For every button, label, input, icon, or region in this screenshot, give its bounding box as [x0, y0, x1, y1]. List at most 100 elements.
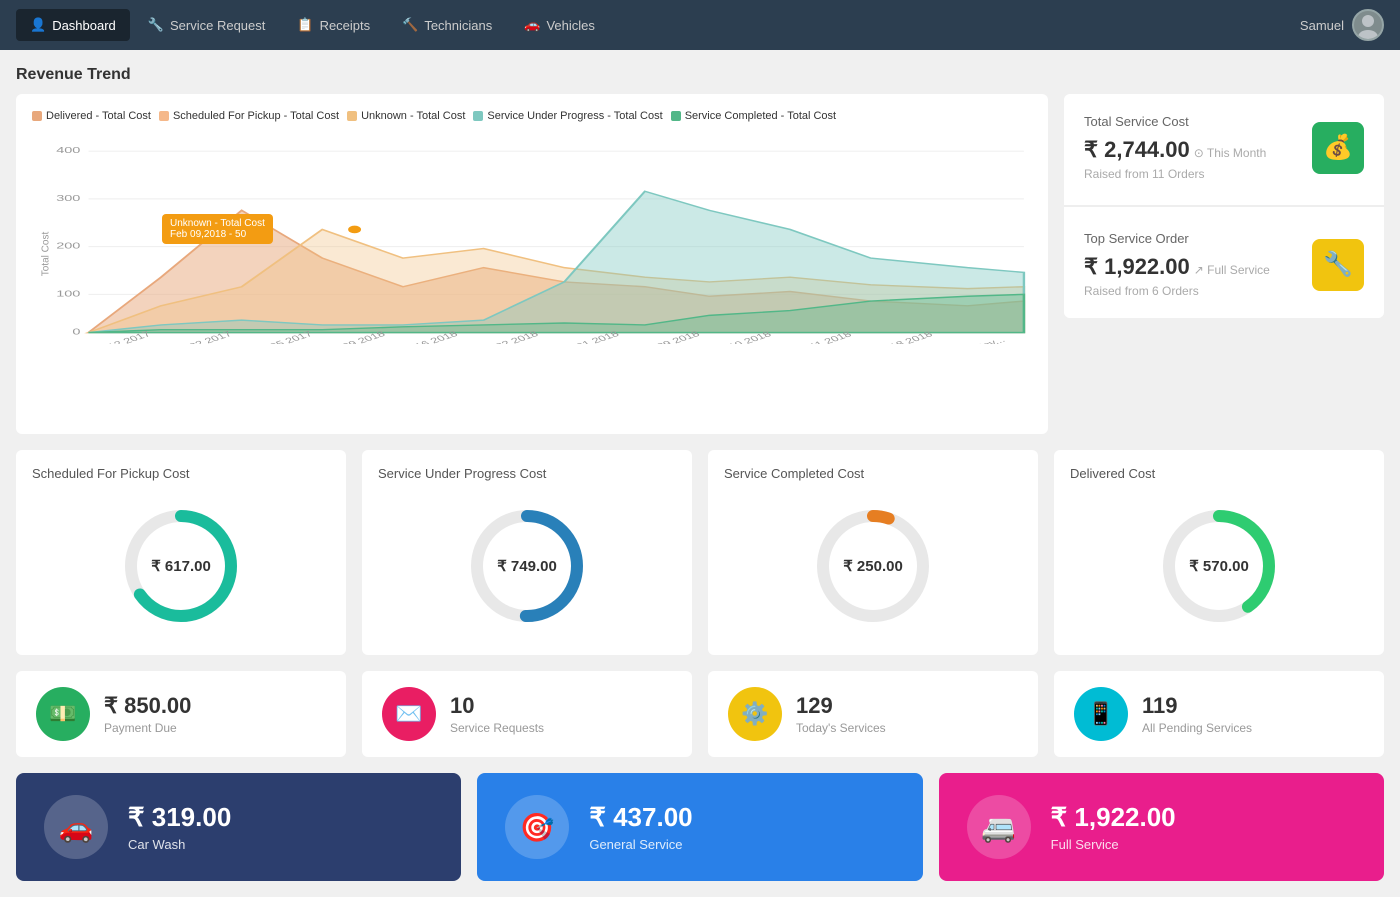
- donut-value-progress: ₹ 749.00: [497, 557, 557, 575]
- email-icon: ✉️: [395, 701, 422, 727]
- nav-label-technicians: Technicians: [424, 18, 492, 33]
- user-avatar: [1352, 9, 1384, 41]
- top-service-type: ↗ Full Service: [1194, 263, 1270, 277]
- nav-label-service-request: Service Request: [170, 18, 265, 33]
- donut-value-scheduled: ₹ 617.00: [151, 557, 211, 575]
- nav-item-technicians[interactable]: 🔨 Technicians: [388, 9, 506, 41]
- receipts-icon: 📋: [297, 17, 313, 33]
- bottom-card-info-car-wash: ₹ 319.00 Car Wash: [128, 802, 231, 852]
- top-service-price: ₹ 1,922.00: [1084, 254, 1190, 280]
- legend-item-delivered: Delivered - Total Cost: [32, 110, 151, 122]
- svg-text:Nov...: Nov...: [972, 335, 1008, 344]
- stat-info-service-requests: 10 Service Requests: [450, 693, 544, 735]
- bottom-label-car-wash: Car Wash: [128, 837, 231, 852]
- nav-item-vehicles[interactable]: 🚗 Vehicles: [510, 9, 609, 41]
- steering-icon: 🎯: [520, 811, 555, 844]
- total-service-price: ₹ 2,744.00: [1084, 137, 1190, 163]
- legend-label-delivered: Delivered - Total Cost: [46, 110, 151, 122]
- legend-label-unknown: Unknown - Total Cost: [361, 110, 465, 122]
- total-service-cost-title: Total Service Cost: [1084, 114, 1266, 129]
- top-service-order-title: Top Service Order: [1084, 231, 1270, 246]
- stat-info-payment: ₹ 850.00 Payment Due: [104, 693, 191, 735]
- donut-wrap-delivered: ₹ 570.00: [1154, 501, 1284, 631]
- nav-item-receipts[interactable]: 📋 Receipts: [283, 9, 384, 41]
- tools-icon-circle: ⚙️: [728, 687, 782, 741]
- service-request-icon: 🔧: [148, 17, 164, 33]
- legend-label-completed: Service Completed - Total Cost: [685, 110, 836, 122]
- payment-icon-circle: 💵: [36, 687, 90, 741]
- donut-card-delivered: Delivered Cost ₹ 570.00: [1054, 450, 1384, 655]
- vehicles-icon: 🚗: [524, 17, 540, 33]
- top-service-sub: Raised from 6 Orders: [1084, 284, 1270, 298]
- stat-card-service-requests: ✉️ 10 Service Requests: [362, 671, 692, 757]
- bottom-card-full-service: 🚐 ₹ 1,922.00 Full Service: [939, 773, 1384, 881]
- top-service-order-info: Top Service Order ₹ 1,922.00 ↗ Full Serv…: [1084, 231, 1270, 298]
- svg-text:200: 200: [56, 241, 81, 251]
- stat-value-todays-services: 129: [796, 693, 886, 719]
- stat-info-pending-services: 119 All Pending Services: [1142, 693, 1252, 735]
- stats-row: 💵 ₹ 850.00 Payment Due ✉️ 10 Service Req…: [16, 671, 1384, 757]
- total-service-cost-card: Total Service Cost ₹ 2,744.00 ⊙ This Mon…: [1064, 94, 1384, 206]
- stat-label-service-requests: Service Requests: [450, 721, 544, 735]
- steering-icon-circle: 🎯: [505, 795, 569, 859]
- stat-card-payment: 💵 ₹ 850.00 Payment Due: [16, 671, 346, 757]
- svg-text:400: 400: [56, 145, 81, 155]
- payment-icon: 💵: [49, 701, 76, 727]
- legend-label-scheduled: Scheduled For Pickup - Total Cost: [173, 110, 339, 122]
- top-service-icon-box: 🔧: [1312, 239, 1364, 291]
- legend-dot-unknown: [347, 111, 357, 121]
- y-axis-title: Total Cost: [41, 232, 52, 276]
- total-service-icon-box: 💰: [1312, 122, 1364, 174]
- username: Samuel: [1300, 18, 1344, 33]
- navbar: 👤 Dashboard 🔧 Service Request 📋 Receipts…: [0, 0, 1400, 50]
- total-service-sub: Raised from 11 Orders: [1084, 167, 1266, 181]
- donut-wrap-progress: ₹ 749.00: [462, 501, 592, 631]
- bottom-card-car-wash: 🚗 ₹ 319.00 Car Wash: [16, 773, 461, 881]
- stat-value-payment: ₹ 850.00: [104, 693, 191, 719]
- delivery-icon: 🚐: [981, 811, 1016, 844]
- dashboard-icon: 👤: [30, 17, 46, 33]
- chart-legend: Delivered - Total Cost Scheduled For Pic…: [32, 110, 1032, 122]
- donut-card-completed-title: Service Completed Cost: [724, 466, 864, 481]
- technicians-icon: 🔨: [402, 17, 418, 33]
- bottom-price-general-service: ₹ 437.00: [589, 802, 692, 833]
- bottom-card-info-general-service: ₹ 437.00 General Service: [589, 802, 692, 852]
- svg-text:100: 100: [56, 288, 81, 298]
- legend-item-scheduled: Scheduled For Pickup - Total Cost: [159, 110, 339, 122]
- bottom-price-car-wash: ₹ 319.00: [128, 802, 231, 833]
- donut-card-scheduled: Scheduled For Pickup Cost ₹ 617.00: [16, 450, 346, 655]
- mobile-icon-circle: 📱: [1074, 687, 1128, 741]
- bottom-label-general-service: General Service: [589, 837, 692, 852]
- total-service-cost-info: Total Service Cost ₹ 2,744.00 ⊙ This Mon…: [1084, 114, 1266, 181]
- wrench-icon: 🔧: [1323, 250, 1353, 279]
- donut-card-progress: Service Under Progress Cost ₹ 749.00: [362, 450, 692, 655]
- total-service-period: ⊙ This Month: [1194, 146, 1267, 160]
- donut-wrap-completed: ₹ 250.00: [808, 501, 938, 631]
- legend-item-unknown: Unknown - Total Cost: [347, 110, 465, 122]
- chart-card: Delivered - Total Cost Scheduled For Pic…: [16, 94, 1048, 434]
- bottom-price-full-service: ₹ 1,922.00: [1051, 802, 1176, 833]
- stat-value-service-requests: 10: [450, 693, 544, 719]
- donut-card-completed: Service Completed Cost ₹ 250.00: [708, 450, 1038, 655]
- stat-label-payment: Payment Due: [104, 721, 191, 735]
- donut-value-completed: ₹ 250.00: [843, 557, 903, 575]
- donut-row: Scheduled For Pickup Cost ₹ 617.00 Servi…: [16, 450, 1384, 655]
- delivery-icon-circle: 🚐: [967, 795, 1031, 859]
- stat-card-pending-services: 📱 119 All Pending Services: [1054, 671, 1384, 757]
- bottom-card-info-full-service: ₹ 1,922.00 Full Service: [1051, 802, 1176, 852]
- right-cards: Total Service Cost ₹ 2,744.00 ⊙ This Mon…: [1064, 94, 1384, 434]
- legend-dot-completed: [671, 111, 681, 121]
- nav-item-service-request[interactable]: 🔧 Service Request: [134, 9, 280, 41]
- mobile-icon: 📱: [1087, 701, 1114, 727]
- stat-value-pending-services: 119: [1142, 693, 1252, 719]
- tools-icon: ⚙️: [741, 701, 768, 727]
- legend-dot-progress: [473, 111, 483, 121]
- legend-dot-delivered: [32, 111, 42, 121]
- svg-text:300: 300: [56, 193, 81, 203]
- donut-value-delivered: ₹ 570.00: [1189, 557, 1249, 575]
- nav-item-dashboard[interactable]: 👤 Dashboard: [16, 9, 130, 41]
- donut-wrap-scheduled: ₹ 617.00: [116, 501, 246, 631]
- revenue-trend-title: Revenue Trend: [16, 66, 1384, 84]
- donut-card-scheduled-title: Scheduled For Pickup Cost: [32, 466, 190, 481]
- nav-user: Samuel: [1300, 9, 1384, 41]
